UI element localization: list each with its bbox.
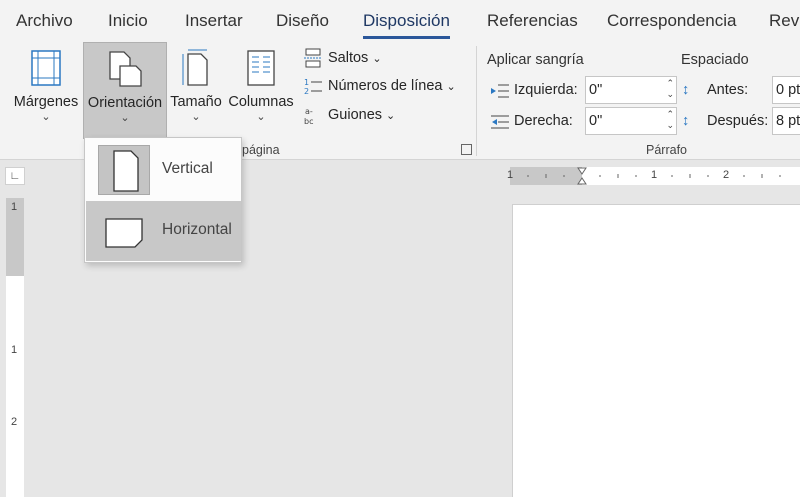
- orientation-option-label: Horizontal: [162, 221, 232, 238]
- tab-archivo[interactable]: Archivo: [16, 11, 73, 31]
- svg-text:2: 2: [304, 87, 309, 96]
- landscape-page-icon: [98, 206, 150, 256]
- indent-right-icon: [490, 114, 510, 134]
- orientation-menu: Vertical Horizontal: [84, 137, 242, 263]
- spacing-after-value: 8 pt: [776, 113, 800, 129]
- chevron-down-icon: ⌄: [256, 111, 266, 123]
- columns-icon: [244, 48, 278, 91]
- ruler-number: 1: [651, 169, 658, 181]
- spacing-before-input[interactable]: 0 pt: [772, 76, 800, 104]
- breaks-label: Saltos: [328, 50, 369, 66]
- tab-diseno[interactable]: Diseño: [276, 11, 329, 31]
- line-numbers-icon: 12: [304, 78, 322, 96]
- ruler-number: 2: [11, 416, 18, 428]
- breaks-button[interactable]: Saltos ⌄: [303, 48, 382, 68]
- spacing-after-input[interactable]: 8 pt: [772, 107, 800, 135]
- svg-text:1: 1: [304, 78, 309, 87]
- indent-title: Aplicar sangría: [487, 52, 584, 68]
- orientation-option-horizontal[interactable]: Horizontal: [86, 201, 241, 261]
- group-divider: [476, 46, 477, 156]
- breaks-icon: [304, 48, 322, 68]
- tab-correspondencia[interactable]: Correspondencia: [607, 11, 736, 31]
- spacing-after-icon: ↕: [682, 113, 690, 129]
- indent-right-input[interactable]: 0" ⌃ ⌄: [585, 107, 677, 135]
- indent-left-label: Izquierda:: [514, 82, 578, 98]
- chevron-down-icon: ⌄: [120, 112, 130, 124]
- vertical-ruler[interactable]: 1 1 2: [6, 198, 24, 497]
- orientation-label: Orientación: [87, 95, 163, 111]
- tab-revisar[interactable]: Revi: [769, 11, 800, 31]
- orientation-icon: [106, 49, 144, 92]
- hyphenation-button[interactable]: a-bc Guiones ⌄: [303, 105, 395, 125]
- indent-left-value: 0": [589, 82, 603, 98]
- orientation-option-label: Vertical: [162, 160, 213, 177]
- svg-text:bc: bc: [304, 117, 313, 125]
- ruler-number: 1: [11, 344, 18, 356]
- svg-text:a-: a-: [305, 107, 313, 116]
- ruler-number: 1: [11, 201, 18, 213]
- tab-insertar[interactable]: Insertar: [185, 11, 243, 31]
- horizontal-ruler[interactable]: 1 1 2: [507, 167, 800, 185]
- spacing-before-label: Antes:: [707, 82, 749, 98]
- page-size-icon: [179, 48, 213, 91]
- ruler-number: 1: [507, 169, 514, 181]
- size-label: Tamaño: [170, 94, 222, 110]
- portrait-page-icon: [98, 145, 150, 195]
- orientation-button[interactable]: Orientación ⌄: [83, 42, 167, 139]
- chevron-down-icon: ⌄: [386, 109, 396, 122]
- margins-icon: [29, 48, 63, 91]
- document-page[interactable]: [512, 204, 800, 497]
- columns-button[interactable]: Columnas ⌄: [226, 42, 296, 136]
- spacing-before-value: 0 pt: [776, 82, 800, 98]
- line-numbers-label: Números de línea: [328, 78, 443, 94]
- tab-inicio[interactable]: Inicio: [108, 11, 148, 31]
- margins-label: Márgenes: [13, 94, 79, 110]
- tab-selector-button[interactable]: ∟: [5, 167, 25, 185]
- indent-right-label: Derecha:: [514, 113, 573, 129]
- spacing-title: Espaciado: [681, 52, 749, 68]
- paragraph-group-label: Párrafo: [646, 143, 687, 157]
- indent-right-value: 0": [589, 113, 603, 129]
- page-setup-dialog-launcher-icon[interactable]: [461, 144, 472, 155]
- spacing-before-icon: ↕: [682, 82, 690, 98]
- tab-referencias[interactable]: Referencias: [487, 11, 578, 31]
- chevron-down-icon: ⌄: [372, 52, 382, 65]
- indent-left-icon: [490, 83, 510, 103]
- tab-disposicion[interactable]: Disposición: [363, 11, 450, 39]
- spacing-after-label: Después:: [707, 113, 769, 129]
- hyphenation-label: Guiones: [328, 107, 383, 123]
- ribbon-tab-bar: Archivo Inicio Insertar Diseño Disposici…: [0, 0, 800, 40]
- indent-left-input[interactable]: 0" ⌃ ⌄: [585, 76, 677, 104]
- spinner-arrows-icon[interactable]: ⌃ ⌄: [666, 109, 674, 131]
- page-setup-group-label: página: [242, 143, 280, 157]
- columns-label: Columnas: [228, 94, 294, 110]
- chevron-down-icon: ⌄: [41, 111, 51, 123]
- size-button[interactable]: Tamaño ⌄: [168, 42, 224, 136]
- line-numbers-button[interactable]: 12 Números de línea ⌄: [303, 76, 456, 96]
- spinner-arrows-icon[interactable]: ⌃ ⌄: [666, 78, 674, 100]
- hyphenation-icon: a-bc: [304, 107, 313, 125]
- orientation-option-vertical[interactable]: Vertical: [86, 140, 241, 200]
- margins-button[interactable]: Márgenes ⌄: [10, 42, 82, 136]
- chevron-down-icon: ⌄: [191, 111, 201, 123]
- ruler-number: 2: [723, 169, 730, 181]
- chevron-down-icon: ⌄: [446, 80, 456, 93]
